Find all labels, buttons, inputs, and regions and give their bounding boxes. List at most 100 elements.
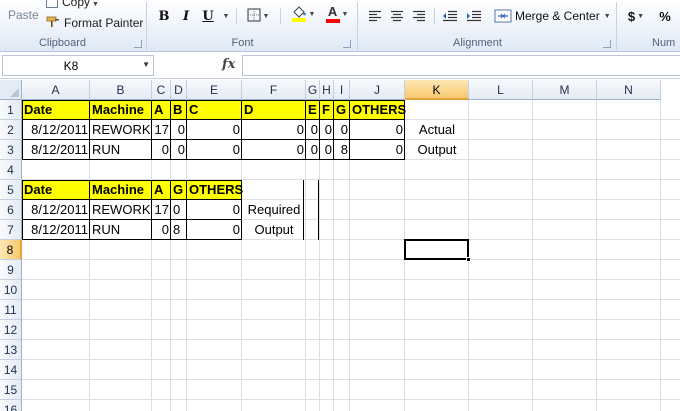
gridline-vertical	[660, 100, 661, 411]
font-dialog-launcher-icon[interactable]	[343, 40, 351, 48]
table1-data-cell: 0	[232, 122, 240, 137]
decrease-indent-icon	[443, 10, 457, 22]
cell-border	[333, 100, 334, 160]
cell-border	[22, 139, 405, 140]
column-header-k[interactable]: K	[405, 80, 469, 100]
align-left-button[interactable]	[366, 6, 384, 26]
column-header-a[interactable]: A	[22, 80, 90, 100]
name-box-value: K8	[63, 59, 79, 73]
row-header-4[interactable]: 4	[0, 160, 22, 180]
row-header-7[interactable]: 7	[0, 220, 22, 240]
copy-icon	[46, 0, 58, 8]
cell-border	[22, 199, 242, 200]
clipboard-dialog-launcher-icon[interactable]	[134, 40, 142, 48]
select-all-button[interactable]	[0, 80, 22, 100]
table1-data-cell: 8	[340, 142, 348, 157]
currency-icon: $	[627, 8, 636, 24]
table2-data-cell: 0	[161, 222, 169, 237]
align-center-button[interactable]	[388, 6, 406, 26]
column-header-h[interactable]: H	[320, 80, 334, 100]
table2-header-cell: G	[173, 182, 184, 197]
align-right-button[interactable]	[410, 6, 428, 26]
column-header-c[interactable]: C	[152, 80, 171, 100]
name-box[interactable]: K8 ▼	[2, 55, 154, 76]
column-header-i[interactable]: I	[334, 80, 350, 100]
column-header-b[interactable]: B	[90, 80, 152, 100]
merge-cells-icon	[494, 9, 512, 23]
insert-function-icon[interactable]: fx	[222, 57, 235, 72]
format-painter-button[interactable]: Format Painter	[46, 16, 143, 31]
cell-border	[305, 100, 306, 160]
column-header-g[interactable]: G	[306, 80, 320, 100]
currency-format-button[interactable]: $ ▼	[624, 6, 648, 26]
cell-border	[303, 180, 304, 240]
row-header-10[interactable]: 10	[0, 280, 22, 300]
column-header-n[interactable]: N	[597, 80, 661, 100]
underline-button[interactable]: U	[200, 6, 216, 26]
font-color-button[interactable]: A ▼	[322, 4, 352, 24]
alignment-dialog-launcher-icon[interactable]	[603, 40, 611, 48]
formula-input[interactable]	[242, 55, 680, 76]
column-header-d[interactable]: D	[171, 80, 187, 100]
cell-border	[22, 180, 23, 240]
row-header-6[interactable]: 6	[0, 200, 22, 220]
percent-format-button[interactable]: %	[654, 6, 676, 26]
merge-center-label: Merge & Center	[515, 9, 600, 23]
cell-border	[186, 100, 187, 160]
row-header-2[interactable]: 2	[0, 120, 22, 140]
cell-border	[22, 239, 242, 240]
column-header-f[interactable]: F	[242, 80, 306, 100]
row-header-15[interactable]: 15	[0, 380, 22, 400]
merge-center-button[interactable]: Merge & Center ▼	[494, 6, 614, 26]
row-header-9[interactable]: 9	[0, 260, 22, 280]
italic-button[interactable]: I	[178, 6, 194, 26]
table1-header-cell: D	[244, 102, 254, 117]
table1-data-cell: 0	[296, 122, 304, 137]
column-header-m[interactable]: M	[533, 80, 597, 100]
column-header-j[interactable]: J	[350, 80, 405, 100]
table1-data-cell: 17	[154, 122, 169, 137]
fill-color-button[interactable]: ▼	[288, 4, 318, 24]
row-header-12[interactable]: 12	[0, 320, 22, 340]
gridline-vertical	[532, 100, 533, 411]
table2-header-cell: Machine	[92, 182, 145, 197]
row-header-13[interactable]: 13	[0, 340, 22, 360]
increase-indent-button[interactable]	[464, 6, 484, 26]
underline-dropdown-icon[interactable]: ▼	[220, 6, 230, 26]
table1-data-cell: 0	[324, 142, 332, 157]
row-header-5[interactable]: 5	[0, 180, 22, 200]
worksheet-grid[interactable]: ABCDEFGHIJKLMN 1 2 3 4 5 6 7 8 9 10 11 12 13 14 15 16 D…	[0, 80, 680, 411]
row-header-11[interactable]: 11	[0, 300, 22, 320]
row-header-3[interactable]: 3	[0, 140, 22, 160]
table1-side-label: Actual	[418, 122, 456, 137]
row-header-8[interactable]: 8	[0, 240, 22, 260]
borders-button[interactable]: ▼	[244, 6, 272, 26]
cell-border	[186, 180, 187, 240]
cell-border	[318, 180, 319, 240]
table1-data-cell: 0	[161, 142, 169, 157]
row-header-1[interactable]: 1	[0, 100, 22, 120]
row-header-16[interactable]: 16	[0, 400, 22, 411]
cell-border	[404, 100, 405, 160]
font-color-icon: A	[325, 5, 340, 23]
gridline-horizontal	[22, 319, 680, 320]
table2-data-cell: REWORK	[92, 202, 151, 217]
table1-data-cell: RUN	[92, 142, 121, 157]
table2-data-cell: 8/12/2011	[31, 202, 88, 217]
gridline-vertical	[596, 100, 597, 411]
table1-data-cell: 0	[232, 142, 240, 157]
table1-header-cell: E	[308, 102, 317, 117]
decrease-indent-button[interactable]	[440, 6, 460, 26]
table1-data-cell: 0	[296, 142, 304, 157]
fill-bucket-icon	[291, 4, 307, 25]
clipboard-group-label: Clipboard	[38, 37, 87, 49]
column-header-l[interactable]: L	[469, 80, 533, 100]
bold-button[interactable]: B	[156, 6, 172, 26]
fill-handle[interactable]	[466, 257, 471, 262]
copy-button[interactable]: Copy ▼	[46, 0, 99, 9]
name-box-dropdown-icon[interactable]: ▼	[142, 60, 150, 69]
paste-button[interactable]: Paste	[8, 8, 39, 22]
column-header-e[interactable]: E	[187, 80, 242, 100]
table1-data-cell: 0	[395, 142, 403, 157]
row-header-14[interactable]: 14	[0, 360, 22, 380]
